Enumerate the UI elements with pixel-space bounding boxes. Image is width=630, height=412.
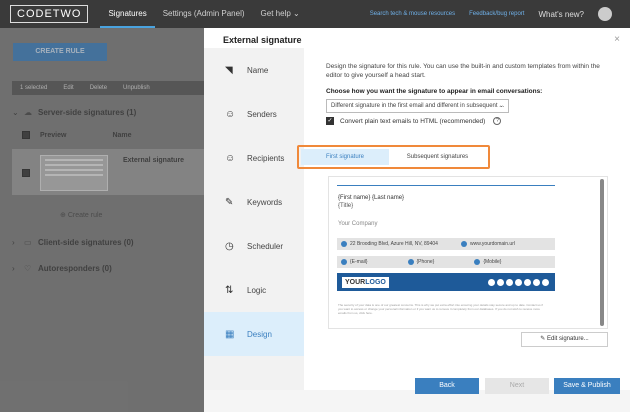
appearance-select[interactable]: Different signature in the first email a…	[326, 99, 509, 113]
website-item: www.yourdomain.url	[460, 241, 515, 247]
step-name[interactable]: ◥ Name	[204, 48, 304, 92]
email-item: {E-mail}	[341, 259, 368, 265]
edit-signature-label: Edit signature...	[547, 336, 589, 342]
tag-icon: ◥	[225, 64, 233, 76]
convert-html-checkbox[interactable]: ✓	[326, 117, 334, 125]
select-value: Different signature in the first email a…	[331, 103, 505, 109]
next-button[interactable]: Next	[485, 378, 549, 394]
rule-wizard-modal: External signature × ◥ Name ☺ Senders ☺ Rec…	[204, 28, 630, 412]
facebook-icon	[488, 278, 495, 286]
codetwo-logo[interactable]: CODETWO	[10, 5, 89, 23]
modal-title: External signature	[223, 35, 302, 45]
preview-contact-bar: {E-mail} {Phone} {Mobile}	[337, 256, 555, 268]
logo-text-logo: LOGO	[365, 278, 386, 286]
preview-address-bar: 22 Brooding Blvd, Azure Hill, NV, 89404 …	[337, 238, 555, 250]
preview-address: 22 Brooding Blvd, Azure Hill, NV, 89404	[350, 241, 438, 247]
twitter-icon	[506, 278, 513, 286]
step-label: Name	[247, 65, 269, 75]
preview-scrollbar[interactable]	[600, 179, 604, 326]
close-icon[interactable]: ×	[614, 34, 620, 45]
preview-company: Your Company	[338, 221, 378, 227]
linkedin-icon	[497, 278, 504, 286]
senders-icon: ☺	[225, 108, 236, 120]
avatar[interactable]	[598, 7, 612, 21]
preview-mobile: {Mobile}	[483, 259, 502, 265]
logic-icon: ⇅	[225, 284, 234, 296]
preview-email: {E-mail}	[350, 259, 368, 265]
pencil-icon: ✎	[540, 336, 546, 342]
save-publish-button[interactable]: Save & Publish	[554, 378, 620, 394]
whats-new-link[interactable]: What's new?	[538, 10, 584, 19]
nav-settings[interactable]: Settings (Admin Panel)	[155, 0, 253, 28]
preview-title: {Title}	[338, 203, 354, 209]
phone-icon	[407, 259, 414, 265]
youtube-icon	[515, 278, 522, 286]
step-design[interactable]: ▦ Design	[204, 312, 304, 356]
feedback-link[interactable]: Feedback/bug report	[469, 11, 524, 17]
preview-logo-bar: YOURLOGO	[337, 273, 555, 291]
preview-website: www.yourdomain.url	[469, 241, 515, 247]
pinterest-icon	[533, 278, 540, 286]
search-resources-link[interactable]: Search tech & mouse resources	[370, 11, 455, 17]
step-label: Senders	[247, 109, 277, 119]
step-senders[interactable]: ☺ Senders	[204, 92, 304, 136]
social-icons	[486, 278, 549, 286]
your-logo: YOURLOGO	[342, 276, 389, 288]
back-button[interactable]: Back	[415, 378, 479, 394]
location-icon	[341, 241, 347, 247]
design-description: Design the signature for this rule. You …	[326, 63, 600, 79]
design-content: Design the signature for this rule. You …	[326, 62, 616, 125]
nav-get-help[interactable]: Get help ⌄	[253, 0, 308, 28]
modal-backdrop	[0, 28, 204, 412]
step-recipients[interactable]: ☺ Recipients	[204, 136, 304, 180]
step-label: Design	[247, 329, 272, 339]
step-label: Keywords	[247, 197, 283, 207]
edit-signature-button[interactable]: ✎ Edit signature...	[521, 332, 608, 347]
globe-icon	[460, 241, 467, 247]
instagram-icon	[542, 278, 549, 286]
mobile-icon	[474, 259, 481, 265]
nav-signatures[interactable]: Signatures	[100, 0, 155, 28]
email-icon	[341, 259, 347, 265]
blog-icon	[524, 278, 531, 286]
step-label: Logic	[247, 285, 267, 295]
signature-tabs: First signature Subsequent signatures	[297, 145, 490, 169]
help-icon[interactable]: ?	[493, 117, 502, 125]
step-keywords[interactable]: ✎ Keywords	[204, 180, 304, 224]
keywords-icon: ✎	[225, 196, 234, 208]
mobile-item: {Mobile}	[474, 259, 501, 265]
preview-divider	[337, 185, 555, 186]
wizard-steps: ◥ Name ☺ Senders ☺ Recipients ✎ Keywords ◷ Sc…	[204, 48, 304, 390]
tab-subsequent-signatures[interactable]: Subsequent signatures	[389, 149, 486, 165]
preview-disclaimer: The security of your data is one of our …	[338, 303, 543, 315]
convert-html-option: ✓ Convert plain text emails to HTML (rec…	[326, 117, 616, 125]
address-item: 22 Brooding Blvd, Azure Hill, NV, 89404	[341, 241, 438, 247]
logo-text-your: YOUR	[345, 278, 366, 286]
step-label: Recipients	[247, 153, 285, 163]
appearance-question: Choose how you want the signature to app…	[326, 88, 543, 95]
convert-html-label: Convert plain text emails to HTML (recom…	[340, 117, 486, 125]
clock-icon: ◷	[225, 240, 234, 252]
step-scheduler[interactable]: ◷ Scheduler	[204, 224, 304, 268]
preview-name: {First name} {Last name}	[338, 195, 405, 201]
main-nav: Signatures Settings (Admin Panel) Get he…	[100, 0, 307, 28]
step-logic[interactable]: ⇅ Logic	[204, 268, 304, 312]
signature-preview: {First name} {Last name} {Title} Your Co…	[328, 176, 608, 329]
tab-first-signature[interactable]: First signature	[301, 149, 389, 165]
design-icon: ▦	[225, 328, 235, 340]
top-right-links: Search tech & mouse resources Feedback/b…	[370, 0, 630, 28]
preview-phone: {Phone}	[416, 259, 435, 265]
chevron-down-icon: ⌄	[498, 103, 504, 109]
step-label: Scheduler	[247, 241, 284, 251]
phone-item: {Phone}	[407, 259, 435, 265]
top-bar: CODETWO Signatures Settings (Admin Panel…	[0, 0, 630, 28]
recipients-icon: ☺	[225, 152, 236, 164]
